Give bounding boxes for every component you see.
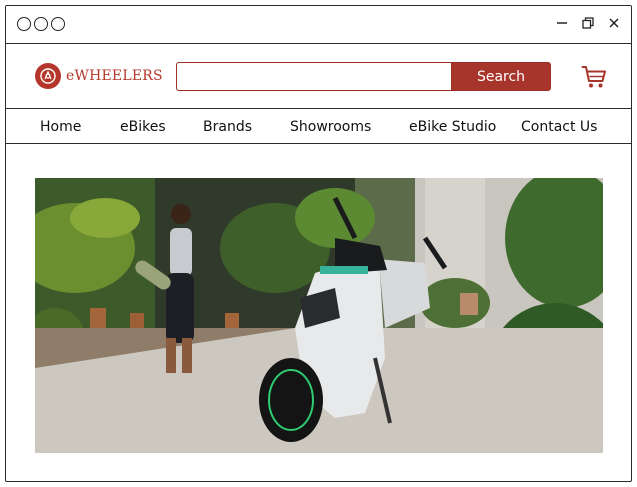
nav-item-ebike-studio[interactable]: eBike Studio (409, 119, 496, 135)
minimize-icon[interactable] (555, 15, 569, 31)
window-dot-1-icon[interactable] (17, 17, 31, 31)
window-controls (555, 15, 621, 31)
search-button[interactable]: Search (451, 62, 551, 91)
nav-item-brands[interactable]: Brands (203, 119, 252, 135)
nav-item-home[interactable]: Home (40, 119, 81, 135)
restore-icon[interactable] (581, 15, 595, 31)
site-header: eWHEELERS Search (6, 44, 631, 109)
close-icon[interactable] (607, 15, 621, 31)
window-dot-2-icon[interactable] (34, 17, 48, 31)
nav-item-contact-us[interactable]: Contact Us (521, 119, 597, 135)
window-dot-3-icon[interactable] (51, 17, 65, 31)
title-bar (6, 6, 631, 44)
nav-item-showrooms[interactable]: Showrooms (290, 119, 371, 135)
cart-icon[interactable] (581, 64, 607, 90)
logo-text: eWHEELERS (66, 68, 163, 84)
window-dots (17, 17, 65, 31)
main-nav: Home eBikes Brands Showrooms eBike Studi… (6, 109, 631, 144)
hero-image[interactable] (35, 178, 603, 453)
search-input[interactable] (176, 62, 452, 91)
browser-window: eWHEELERS Search Home eBikes Brands Show… (5, 5, 632, 482)
nav-item-ebikes[interactable]: eBikes (120, 119, 166, 135)
site-logo[interactable]: eWHEELERS (35, 63, 163, 89)
logo-wheel-icon (35, 63, 61, 89)
